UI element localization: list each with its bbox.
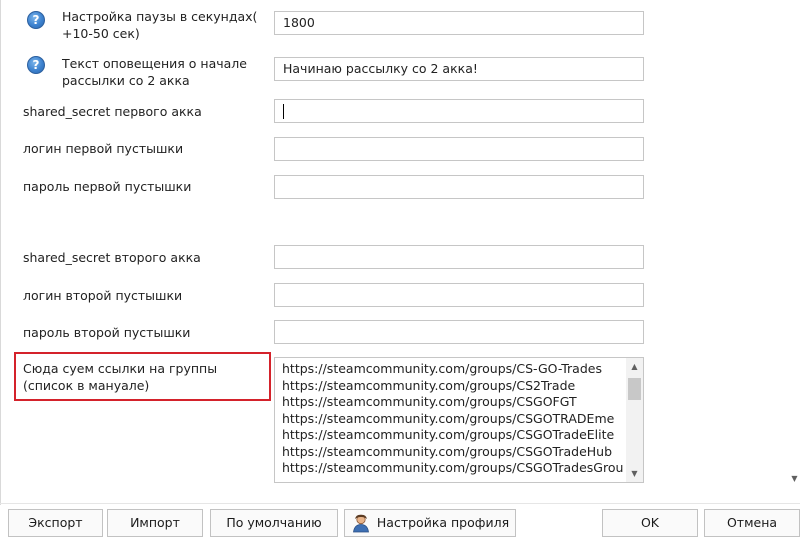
groups-lines: https://steamcommunity.com/groups/CS-GO-… [282, 361, 624, 477]
profile-settings-label: Настройка профиля [376, 515, 510, 530]
group-link-line: https://steamcommunity.com/groups/CSGOTr… [282, 443, 613, 459]
scroll-thumb[interactable] [628, 378, 641, 400]
login-2-label: логин второй пустышки [23, 288, 183, 303]
ok-button[interactable]: OK [602, 509, 698, 537]
notify-text-label: Текст оповещения о начале рассылки со 2 … [62, 56, 247, 88]
groups-label: Сюда суем ссылки на группы (список в ман… [23, 361, 218, 393]
login-2-input[interactable] [274, 283, 644, 307]
shared-secret-2-input[interactable] [274, 245, 644, 269]
default-button[interactable]: По умолчанию [210, 509, 338, 537]
help-icon[interactable]: ? [27, 11, 45, 29]
window-scrollbar-arrow-icon[interactable]: ▼ [789, 470, 800, 488]
text-caret [283, 104, 284, 119]
scroll-down-icon[interactable]: ▼ [626, 465, 643, 482]
export-button[interactable]: Экспорт [8, 509, 103, 537]
pause-input[interactable]: 1800 [274, 11, 644, 35]
password-2-label: пароль второй пустышки [23, 325, 191, 340]
user-avatar-icon [351, 513, 371, 533]
import-button[interactable]: Импорт [107, 509, 203, 537]
help-icon[interactable]: ? [27, 56, 45, 74]
cancel-button[interactable]: Отмена [704, 509, 800, 537]
group-link-line: https://steamcommunity.com/groups/CS2Tra… [282, 377, 576, 393]
group-link-line: https://steamcommunity.com/groups/CSGOTR… [282, 410, 615, 426]
notify-text-input[interactable]: Начинаю рассылку со 2 акка! [274, 57, 644, 81]
groups-textarea[interactable]: https://steamcommunity.com/groups/CS-GO-… [274, 357, 644, 483]
login-1-label: логин первой пустышки [23, 141, 184, 156]
shared-secret-1-input[interactable] [274, 99, 644, 123]
login-1-input[interactable] [274, 137, 644, 161]
password-1-label: пароль первой пустышки [23, 179, 192, 194]
profile-settings-button[interactable]: Настройка профиля [344, 509, 516, 537]
button-bar-divider [0, 503, 800, 504]
shared-secret-1-label: shared_secret первого акка [23, 104, 202, 119]
pause-label: Настройка паузы в секундах( +10-50 сек) [62, 9, 258, 41]
shared-secret-2-label: shared_secret второго акка [23, 250, 201, 265]
scroll-up-icon[interactable]: ▲ [626, 358, 643, 375]
group-link-line: https://steamcommunity.com/groups/CS-GO-… [282, 361, 602, 376]
password-2-input[interactable] [274, 320, 644, 344]
group-link-line: https://steamcommunity.com/groups/CSGOTr… [282, 460, 624, 475]
group-link-line: https://steamcommunity.com/groups/CSGOFG… [282, 394, 577, 409]
group-link-line: https://steamcommunity.com/groups/CSGOTr… [282, 427, 615, 442]
left-border [0, 0, 1, 505]
vertical-scrollbar[interactable]: ▲ ▼ [626, 358, 643, 482]
password-1-input[interactable] [274, 175, 644, 199]
